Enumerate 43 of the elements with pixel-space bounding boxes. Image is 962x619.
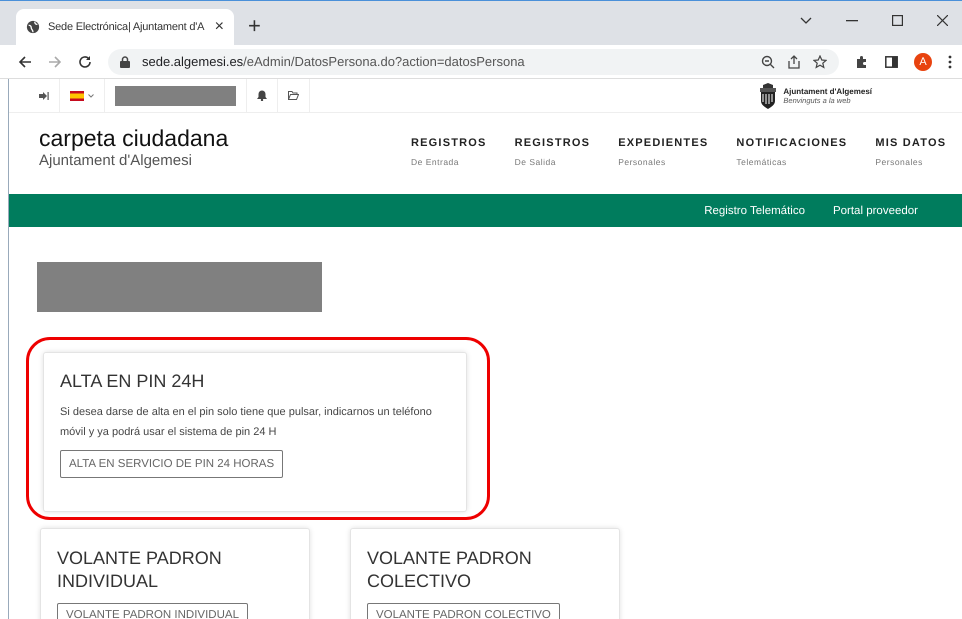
puzzle-icon[interactable] <box>855 54 869 68</box>
tab-title: Sede Electrónica| Ajuntament d'A <box>48 21 206 33</box>
spain-flag-icon[interactable] <box>70 90 84 100</box>
nav-link[interactable]: REGISTROS De Salida <box>514 137 590 167</box>
close-icon[interactable] <box>937 15 948 26</box>
nav-link[interactable]: EXPEDIENTES Personales <box>618 137 708 167</box>
nav-link[interactable]: NOTIFICACIONES Telemáticas <box>736 137 848 167</box>
bell-icon[interactable] <box>257 90 267 101</box>
site-title: carpeta ciudadana <box>39 125 230 152</box>
back-icon[interactable] <box>18 54 32 68</box>
nav-link[interactable]: REGISTROS De Entrada <box>411 137 487 167</box>
reload-icon[interactable] <box>78 54 92 68</box>
star-icon[interactable] <box>813 54 827 68</box>
browser-tab[interactable]: Sede Electrónica| Ajuntament d'A × <box>16 9 234 45</box>
service-button[interactable]: VOLANTE PADRON COLECTIVO <box>367 603 560 619</box>
header-link[interactable]: Portal proveedor <box>832 204 918 216</box>
card-description: Si desea darse de alta en el pin solo tiene que pulsar, indicarnos un teléfono móvil y ya podrá usar el sistema de pin 24 H <box>60 405 433 440</box>
lock-icon <box>120 56 130 68</box>
site-subtitle: Ajuntament d'Algemesi <box>39 152 193 169</box>
service-button[interactable]: VOLANTE PADRON INDIVIDUAL <box>57 603 248 619</box>
header-link[interactable]: Registro Telemático <box>704 204 805 216</box>
new-tab-button[interactable]: + <box>248 13 261 39</box>
card-title: VOLANTE PADRON COLECTIVO <box>367 547 533 593</box>
url-text: sede.algemesi.es/eAdmin/DatosPersona.do?action=datosPersona <box>142 54 525 69</box>
service-button[interactable]: ALTA EN SERVICIO DE PIN 24 HORAS <box>60 450 284 478</box>
card-title: ALTA EN PIN 24H <box>60 371 206 392</box>
zoom-out-icon[interactable] <box>761 54 775 68</box>
caret-icon[interactable] <box>88 94 94 98</box>
maximize-icon[interactable] <box>892 15 903 26</box>
close-tab-button[interactable]: × <box>214 18 224 36</box>
org-name: Ajuntament d'Algemesí <box>783 86 872 96</box>
sidebar-icon[interactable] <box>885 56 898 68</box>
address-bar[interactable]: sede.algemesi.es/eAdmin/DatosPersona.do?action=datosPersona <box>108 48 839 74</box>
globe-icon <box>26 20 40 34</box>
profile-avatar[interactable]: A <box>914 52 932 70</box>
nav-link[interactable]: MIS DATOS Personales <box>875 137 946 167</box>
folder-icon[interactable] <box>288 91 299 100</box>
more-icon[interactable] <box>948 54 952 68</box>
share-icon[interactable] <box>787 54 801 68</box>
chevron-down-icon[interactable] <box>800 16 812 24</box>
card-title: VOLANTE PADRON INDIVIDUAL <box>57 547 223 593</box>
logout-icon[interactable] <box>39 92 49 100</box>
minimize-icon[interactable] <box>846 20 858 22</box>
